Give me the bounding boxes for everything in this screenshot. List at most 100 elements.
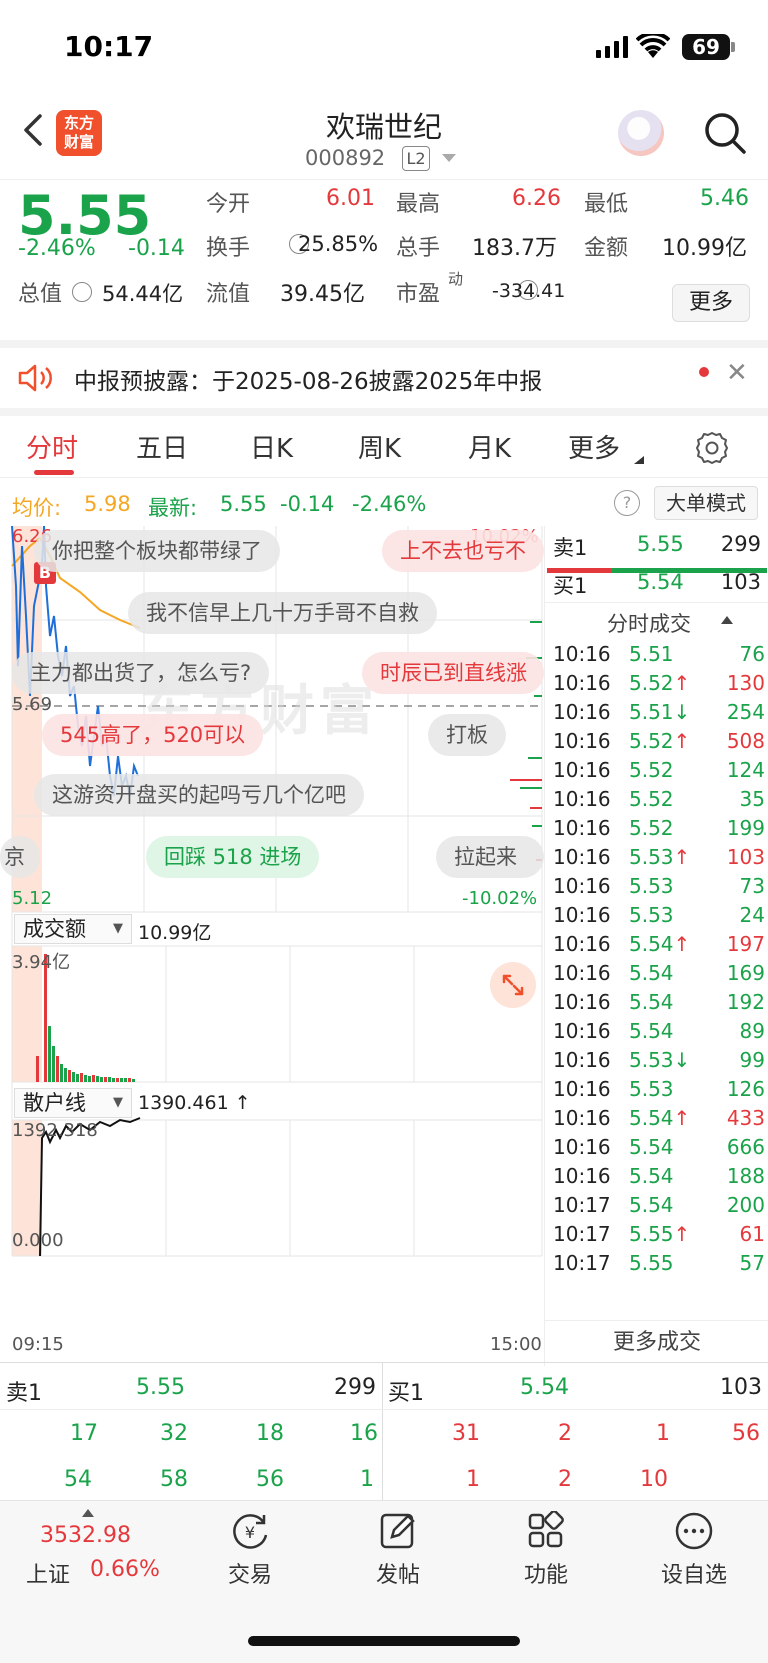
more-quote-button[interactable]: 更多 (672, 284, 750, 322)
comment-bubble[interactable]: 我不信早上几十万手哥不自救 (128, 592, 437, 634)
tick-row: 10:17 5.55 57 (553, 1251, 765, 1281)
sell-queue-cell: 17 (70, 1421, 98, 1446)
svg-text:¥: ¥ (245, 1523, 255, 1542)
tick-volume: 200 (726, 1193, 765, 1217)
retail-min-label: 0.000 (12, 1230, 64, 1251)
volume-dropdown-label: 成交额 (23, 917, 86, 941)
more-circle-icon (675, 1512, 713, 1550)
avg-price-value: 5.98 (84, 492, 131, 516)
ai-assistant-avatar[interactable] (618, 110, 664, 156)
notice-banner[interactable]: 中报预披露：于2025-08-26披露2025年中报 (0, 348, 768, 408)
buy1-volume: 103 (720, 570, 761, 594)
comment-bubble[interactable]: 上不去也亏不 (382, 530, 544, 572)
buy1-row: 买1 5.54 103 (545, 570, 768, 604)
comment-bubble[interactable]: 时辰已到直线涨 (362, 652, 544, 694)
tick-time: 10:16 (553, 1106, 611, 1130)
latest-change-pct: -2.46% (352, 492, 427, 516)
comment-bubble[interactable]: 京 (0, 836, 40, 878)
close-icon[interactable]: ✕ (726, 358, 748, 388)
nav-post[interactable]: 发帖 (338, 1511, 458, 1589)
tick-volume: 35 (739, 787, 765, 811)
ticks-list[interactable]: 10:16 5.51 76 10:16 5.52 ↑ 130 10:16 5.51 ↓ 254 10:… (545, 642, 768, 1282)
pct-down-label: -10.02% (462, 888, 538, 909)
tab-intraday[interactable]: 分时 (26, 428, 78, 465)
intraday-chart[interactable]: 东方财富 6.26 10.02% 5.69 5.12 -10.02% B 你把整… (0, 526, 544, 1362)
battery-icon: 69 (682, 34, 730, 60)
tick-row: 10:16 5.53 24 (553, 903, 765, 933)
more-ticks-button[interactable]: 更多成交 (545, 1320, 768, 1366)
turnover-label: 换手 (206, 236, 251, 261)
comment-bubble[interactable]: 打板 (428, 714, 506, 756)
nav-add-watchlist[interactable]: 设自选 (634, 1511, 754, 1589)
notice-text: 中报预披露：于2025-08-26披露2025年中报 (74, 369, 543, 395)
low-label: 最低 (584, 192, 629, 217)
latest-label: 最新: (148, 496, 198, 520)
comment-bubble[interactable]: 这游资开盘买的起吗亏几个亿吧 (34, 774, 364, 816)
comment-bubble[interactable]: 主力都出货了，怎么亏? (12, 652, 270, 694)
retail-dropdown-label: 散户线 (23, 1091, 86, 1115)
nav-watchlist-label: 设自选 (660, 1563, 727, 1588)
help-icon[interactable]: ? (614, 490, 640, 516)
tick-time: 10:16 (553, 671, 611, 695)
tab-monthly-k[interactable]: 月K (468, 428, 511, 465)
low-value: 5.46 (700, 186, 749, 211)
tick-row: 10:16 5.54 ↑ 433 (553, 1106, 765, 1136)
nav-functions[interactable]: 功能 (486, 1511, 606, 1589)
change-percent: -2.46% (18, 236, 96, 261)
caret-down-icon[interactable] (442, 154, 456, 163)
index-widget[interactable]: 3532.98 上证 0.66% (0, 1501, 176, 1601)
tick-row: 10:16 5.54 192 (553, 990, 765, 1020)
tick-time: 10:16 (553, 1048, 611, 1072)
settings-gear-icon[interactable] (694, 430, 730, 466)
buy1-price: 5.54 (637, 570, 684, 594)
tick-row: 10:17 5.54 200 (553, 1193, 765, 1223)
tab-daily-k[interactable]: 日K (250, 428, 293, 465)
tick-time: 10:16 (553, 642, 611, 666)
comment-bubble[interactable]: 你把整个板块都带绿了 (34, 530, 280, 572)
search-icon[interactable] (702, 110, 748, 156)
tick-volume: 126 (726, 1077, 765, 1101)
tab-more[interactable]: 更多 (568, 428, 620, 465)
sell-queue-cell: 18 (256, 1421, 284, 1446)
order-ticks-panel: 卖1 5.55 299 买1 5.54 103 分时成交 10:16 5.51 76… (544, 526, 768, 1366)
turnover-value: 25.85% (298, 232, 379, 256)
tick-volume: 666 (726, 1135, 765, 1159)
sell1-price: 5.55 (637, 532, 684, 556)
bottom-sell-price: 5.55 (136, 1375, 185, 1400)
nav-trade[interactable]: ¥ 交易 (190, 1511, 310, 1589)
amount-value: 10.99亿 (662, 236, 747, 261)
tick-volume: 76 (739, 642, 765, 666)
volume-value: 183.7万 (472, 236, 557, 261)
tab-five-day[interactable]: 五日 (136, 428, 188, 465)
comment-bubble[interactable]: 回踩 518 进场 (146, 836, 320, 878)
pe-label: 市盈 (396, 282, 441, 307)
divider (0, 408, 768, 416)
tick-time: 10:16 (553, 700, 611, 724)
open-label: 今开 (206, 192, 251, 217)
comment-bubble[interactable]: 拉起来 (436, 836, 544, 878)
tick-volume: 199 (726, 816, 765, 840)
tick-time: 10:16 (553, 932, 611, 956)
tick-price: 5.55 ↑ (629, 1222, 691, 1246)
latest-value: 5.55 (220, 492, 267, 516)
tick-price: 5.52 ↑ (629, 729, 691, 753)
tick-price: 5.54 ↑ (629, 932, 691, 956)
info-dots-icon[interactable] (72, 282, 92, 302)
tab-weekly-k[interactable]: 周K (358, 428, 401, 465)
level2-badge[interactable]: L2 (402, 146, 430, 171)
big-order-mode-button[interactable]: 大单模式 (654, 486, 758, 520)
expand-icon[interactable] (490, 962, 536, 1008)
caret-up-icon[interactable] (721, 616, 733, 624)
stock-code[interactable]: 000892 (305, 146, 385, 170)
retail-dropdown[interactable]: 散户线 ▼ (14, 1088, 132, 1118)
tick-price: 5.54 (629, 1019, 674, 1043)
tick-time: 10:17 (553, 1193, 611, 1217)
index-value: 3532.98 (40, 1523, 131, 1548)
tick-time: 10:17 (553, 1251, 611, 1275)
volume-label: 总手 (396, 236, 441, 261)
buy1-label: 买1 (553, 574, 588, 598)
comment-bubble[interactable]: 545高了，520可以 (42, 714, 264, 756)
tick-time: 10:16 (553, 1019, 611, 1043)
volume-dropdown[interactable]: 成交额 ▼ (14, 914, 132, 944)
tick-volume: 254 (726, 700, 765, 724)
